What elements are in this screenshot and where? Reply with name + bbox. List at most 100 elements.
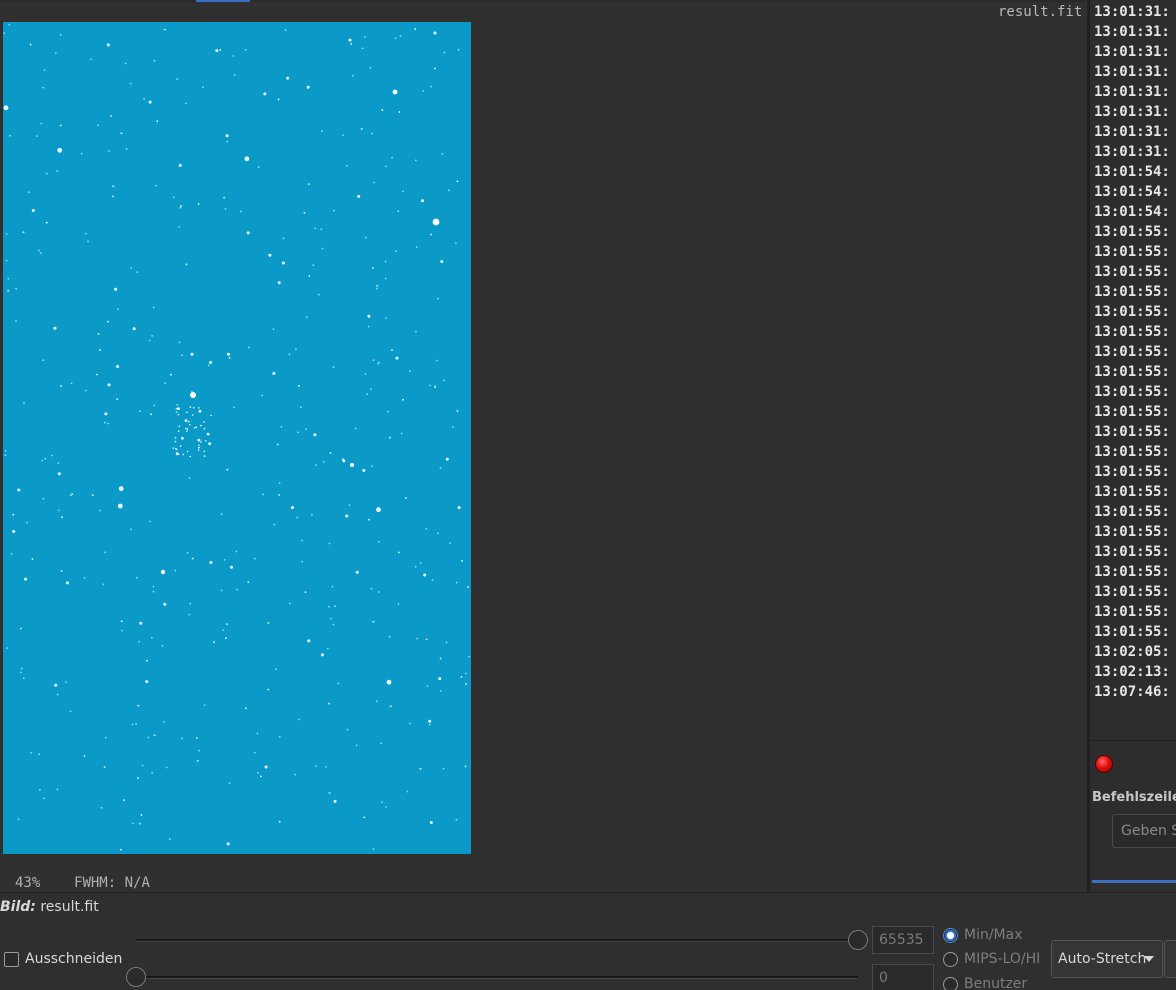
cluster-star	[177, 430, 180, 433]
high-value-field[interactable]: 65535	[872, 926, 934, 954]
radio-minmax-button[interactable]	[943, 927, 958, 943]
star	[104, 736, 107, 739]
star	[57, 462, 60, 464]
star	[176, 78, 179, 81]
star	[397, 603, 400, 606]
radio-minmax[interactable]: Min/Max	[943, 927, 1023, 943]
star	[225, 134, 229, 138]
crop-toggle[interactable]: Ausschneiden	[4, 951, 122, 967]
star	[295, 348, 297, 351]
star	[139, 621, 143, 625]
star	[56, 693, 59, 696]
stretch-mode-dropdown[interactable]: Auto-Stretch	[1051, 940, 1163, 978]
high-slider-handle[interactable]	[848, 930, 868, 950]
star	[434, 67, 436, 70]
log-line: 13:01:31:	[1094, 44, 1170, 60]
star	[322, 461, 325, 463]
star	[372, 359, 375, 362]
star	[381, 801, 383, 804]
image-viewport[interactable]: result.fit 43% FWHM: N/A	[0, 2, 1088, 892]
star	[139, 410, 142, 413]
star	[80, 152, 83, 155]
low-slider-track[interactable]	[136, 976, 858, 979]
log-line: 13:01:55:	[1094, 344, 1170, 360]
image-name-value: result.fit	[40, 899, 99, 915]
star	[460, 676, 463, 678]
log-line: 13:01:31:	[1094, 24, 1170, 40]
star	[415, 330, 417, 333]
star	[96, 373, 98, 376]
star	[244, 156, 250, 162]
radio-minmax-label: Min/Max	[964, 927, 1023, 943]
low-value-field[interactable]: 0	[872, 964, 934, 990]
crop-checkbox[interactable]	[4, 951, 19, 967]
star	[277, 98, 280, 101]
star	[60, 385, 62, 388]
star	[405, 497, 407, 499]
star	[386, 679, 392, 685]
star	[228, 357, 231, 359]
star	[377, 362, 379, 365]
console-panel: 13:01:31: 13:01:31: 13:01:31: 13:01:31: 13:0…	[1088, 0, 1176, 892]
siril-main-window: result.fit 43% FWHM: N/A 13:01:31: 13:01:…	[0, 0, 1176, 990]
cluster-star	[191, 414, 194, 416]
star	[409, 722, 411, 725]
star	[435, 359, 438, 362]
cluster-star	[189, 455, 192, 458]
star	[23, 402, 25, 405]
cluster-star	[188, 423, 191, 426]
star	[428, 719, 432, 723]
star	[372, 848, 375, 851]
radio-user-button[interactable]	[943, 976, 958, 990]
high-slider-track[interactable]	[136, 939, 858, 942]
star	[4, 449, 7, 452]
radio-mips[interactable]: MIPS-LO/HI	[943, 951, 1040, 967]
star	[27, 191, 30, 194]
overflow-button[interactable]	[1164, 940, 1176, 978]
radio-mips-button[interactable]	[943, 951, 958, 967]
log-line: 13:01:55:	[1094, 564, 1170, 580]
star	[320, 653, 324, 657]
log-line: 13:01:55:	[1094, 284, 1170, 300]
star	[15, 320, 17, 322]
low-slider-handle[interactable]	[126, 967, 146, 987]
star	[389, 705, 392, 708]
star	[179, 206, 182, 209]
star	[57, 472, 61, 476]
cluster-star	[198, 409, 202, 413]
image-name-row: Bild: result.fit	[0, 899, 99, 915]
command-input[interactable]	[1112, 814, 1176, 848]
star	[117, 308, 119, 311]
star	[388, 635, 391, 638]
log-line: 13:01:55:	[1094, 224, 1170, 240]
star	[103, 766, 106, 769]
star	[219, 49, 222, 51]
star	[226, 842, 230, 846]
star	[314, 227, 316, 230]
star	[125, 147, 128, 150]
star	[423, 573, 427, 577]
star	[233, 406, 236, 409]
star	[256, 732, 259, 735]
star	[286, 76, 290, 80]
log-line: 13:01:55:	[1094, 424, 1170, 440]
astro-image[interactable]	[3, 22, 471, 854]
star	[107, 383, 111, 387]
star	[230, 565, 233, 569]
stop-process-icon[interactable]	[1095, 755, 1113, 773]
star	[366, 393, 369, 396]
console-log[interactable]: 13:01:31: 13:01:31: 13:01:31: 13:01:31: 13:0…	[1094, 2, 1176, 722]
star	[303, 211, 306, 214]
star	[297, 431, 300, 434]
star	[467, 586, 469, 588]
star	[184, 102, 187, 105]
star	[328, 792, 331, 794]
star	[137, 704, 140, 707]
star	[61, 516, 63, 519]
star	[42, 359, 45, 362]
cluster-star	[177, 407, 180, 410]
star	[132, 822, 134, 825]
star	[419, 767, 422, 770]
radio-user[interactable]: Benutzer	[943, 976, 1027, 990]
star	[298, 384, 300, 387]
